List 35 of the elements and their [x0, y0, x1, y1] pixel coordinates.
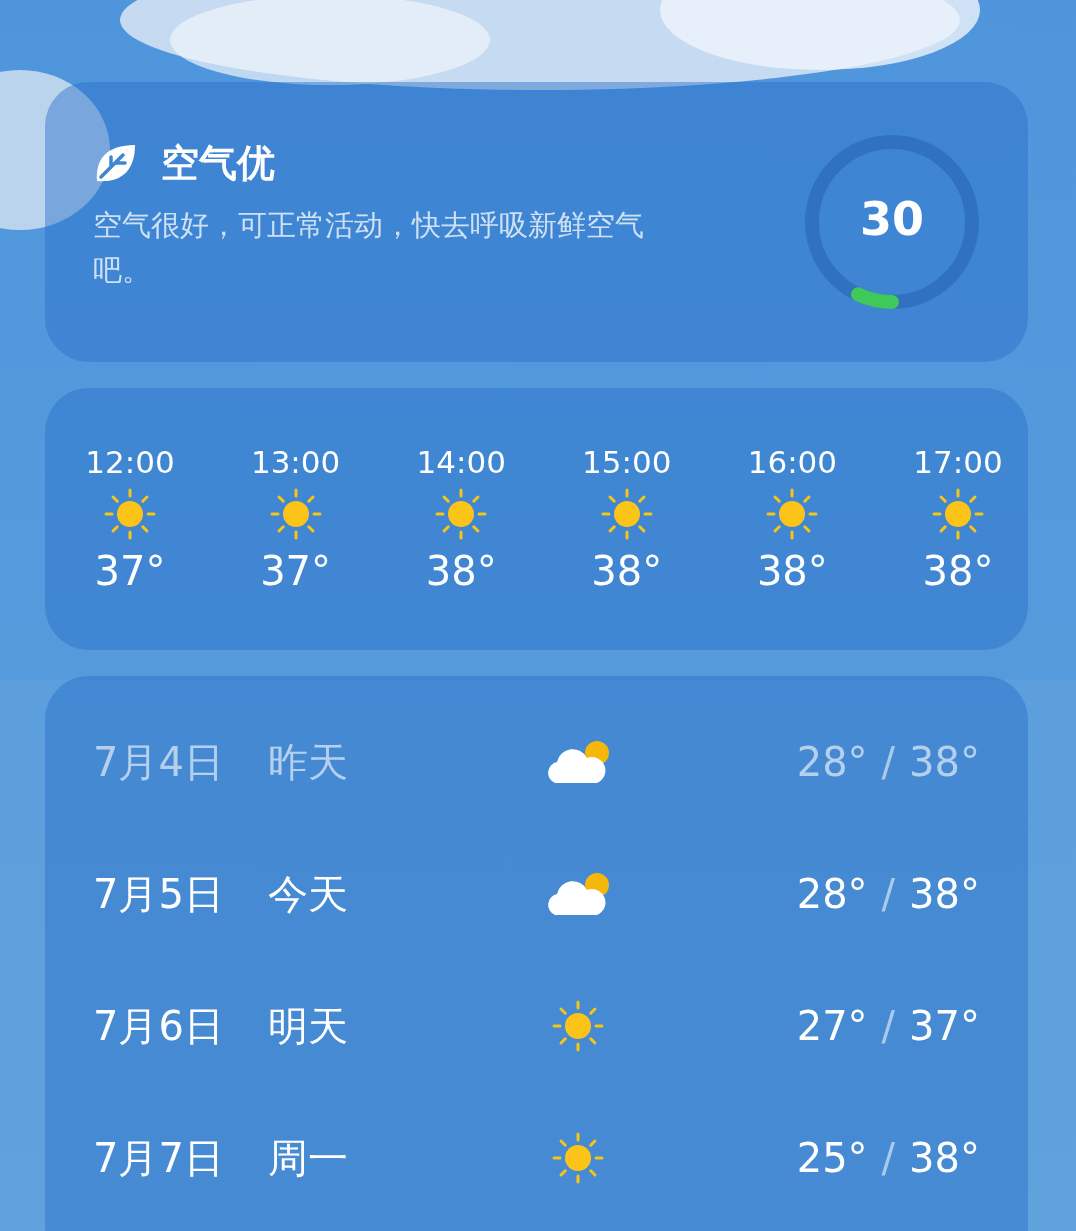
hour-time: 15:00	[582, 444, 672, 480]
day-name: 周一	[268, 1133, 349, 1183]
hour-time: 17:00	[913, 444, 1003, 480]
high-temperature: 37°	[909, 1003, 980, 1049]
hour-temperature: 38°	[425, 548, 497, 594]
high-temperature: 38°	[909, 739, 980, 785]
day-date: 7月7日	[93, 1133, 225, 1183]
hour-time: 12:00	[85, 444, 175, 480]
low-temperature: 25°	[796, 1135, 868, 1181]
hour-temperature: 37°	[94, 548, 166, 594]
high-temperature: 38°	[909, 1135, 980, 1181]
temperature-separator: /	[881, 1135, 896, 1181]
hour-time: 13:00	[250, 444, 341, 480]
hour-time: 16:00	[747, 444, 838, 480]
temperature-separator: /	[881, 871, 896, 917]
air-quality-title: 空气优	[161, 139, 275, 187]
hour-temperature: 38°	[756, 548, 828, 594]
day-name: 明天	[268, 1001, 349, 1051]
temperature-separator: /	[881, 1003, 896, 1049]
low-temperature: 27°	[796, 1003, 868, 1049]
day-date: 7月5日	[93, 869, 225, 919]
temperature-separator: /	[881, 739, 896, 785]
hour-temperature: 38°	[591, 548, 663, 594]
low-temperature: 28°	[796, 739, 868, 785]
high-temperature: 38°	[909, 871, 980, 917]
day-name: 今天	[268, 869, 349, 919]
day-name: 昨天	[268, 737, 349, 787]
day-date: 7月6日	[93, 1001, 225, 1051]
low-temperature: 28°	[796, 871, 868, 917]
air-quality-index: 30	[859, 192, 925, 246]
hour-temperature: 37°	[260, 548, 332, 594]
hour-temperature: 38°	[922, 548, 994, 594]
air-quality-description: 空气很好，可正常活动，快去呼吸新鲜空气吧。	[93, 206, 645, 289]
hour-time: 14:00	[416, 444, 506, 480]
day-date: 7月4日	[93, 737, 225, 787]
